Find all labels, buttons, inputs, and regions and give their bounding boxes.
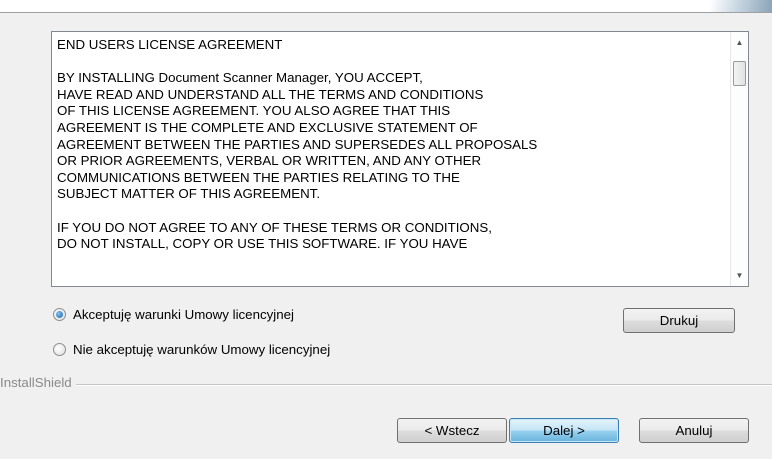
license-scrollbar[interactable]: ▲ ▼ [730,32,748,286]
decline-license-option[interactable]: Nie akceptuję warunków Umowy licencyjnej [53,340,330,358]
accept-license-option[interactable]: Akceptuję warunki Umowy licencyjnej [53,305,294,323]
accept-radio-label: Akceptuję warunki Umowy licencyjnej [73,306,294,322]
next-button[interactable]: Dalej > [509,418,619,443]
scrollbar-thumb[interactable] [733,61,746,86]
decline-radio-button[interactable] [53,342,66,356]
back-button[interactable]: < Wstecz [397,418,507,443]
scroll-up-arrow-icon[interactable]: ▲ [731,34,748,51]
decline-radio-label: Nie akceptuję warunków Umowy licencyjnej [73,341,331,357]
print-button[interactable]: Drukuj [623,308,735,333]
cancel-button[interactable]: Anuluj [639,418,749,443]
scroll-down-arrow-icon[interactable]: ▼ [731,267,748,284]
installshield-label: InstallShield [0,375,76,390]
installshield-divider [0,384,772,386]
license-text: END USERS LICENSE AGREEMENT BY INSTALLIN… [57,37,538,252]
header-decoration [710,0,772,12]
license-agreement-box[interactable]: END USERS LICENSE AGREEMENT BY INSTALLIN… [51,31,749,287]
window-header-edge [0,0,772,13]
accept-radio-button[interactable] [53,307,66,321]
